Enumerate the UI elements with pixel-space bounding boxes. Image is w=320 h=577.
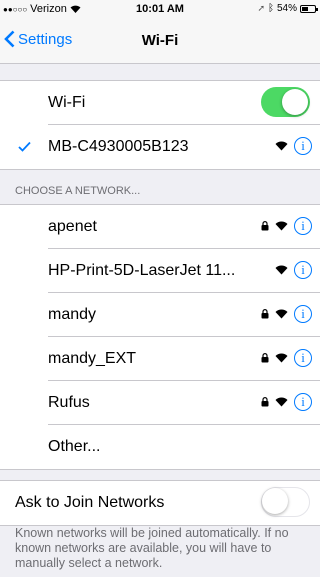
lock-icon xyxy=(261,309,269,319)
ask-join-description: Known networks will be joined automatica… xyxy=(15,526,289,570)
status-right: ➚ ᛒ 54% xyxy=(257,3,318,14)
status-bar: ●●○○○ Verizon 10:01 AM ➚ ᛒ 54% xyxy=(0,0,320,20)
info-icon[interactable]: i xyxy=(294,349,312,367)
wifi-toggle-row: Wi-Fi xyxy=(0,81,320,125)
connected-network-name: MB-C4930005B123 xyxy=(48,138,189,155)
ask-join-label: Ask to Join Networks xyxy=(15,494,165,511)
battery-icon xyxy=(300,4,318,13)
network-name: HP-Print-5D-LaserJet 11... xyxy=(48,262,236,279)
lock-icon xyxy=(261,221,269,231)
battery-percent: 54% xyxy=(276,3,297,14)
location-icon: ➚ xyxy=(257,3,265,13)
checkmark-icon xyxy=(18,139,31,157)
wifi-signal-icon xyxy=(275,397,288,407)
info-icon[interactable]: i xyxy=(294,217,312,235)
wifi-signal-icon xyxy=(275,265,288,275)
info-icon[interactable]: i xyxy=(294,261,312,279)
wifi-signal-icon xyxy=(275,141,288,151)
network-list: apenet i HP-Print-5D-LaserJet 11... i mandy i… xyxy=(0,204,320,470)
toggle-knob xyxy=(282,89,308,115)
wifi-signal-icon xyxy=(275,309,288,319)
other-network-label: Other... xyxy=(48,438,101,455)
network-name: Rufus xyxy=(48,394,90,411)
navigation-bar: Settings Wi-Fi xyxy=(0,20,320,64)
info-icon[interactable]: i xyxy=(294,137,312,155)
ask-join-row: Ask to Join Networks xyxy=(0,481,320,525)
network-row[interactable]: mandy i xyxy=(0,293,320,337)
network-name: mandy_EXT xyxy=(48,350,137,367)
toggle-knob xyxy=(262,488,288,514)
info-icon[interactable]: i xyxy=(294,305,312,323)
wifi-signal-icon xyxy=(275,221,288,231)
info-icon[interactable]: i xyxy=(294,393,312,411)
wifi-label: Wi-Fi xyxy=(48,94,86,111)
wifi-toggle[interactable] xyxy=(261,87,310,117)
wifi-group: Wi-Fi MB-C4930005B123 i xyxy=(0,80,320,170)
network-row[interactable]: Rufus i xyxy=(0,381,320,425)
network-name: apenet xyxy=(48,218,97,235)
network-row[interactable]: HP-Print-5D-LaserJet 11... i xyxy=(0,249,320,293)
network-row[interactable]: mandy_EXT i xyxy=(0,337,320,381)
lock-icon xyxy=(261,397,269,407)
connected-network-row[interactable]: MB-C4930005B123 i xyxy=(0,125,320,169)
other-network-row[interactable]: Other... xyxy=(0,425,320,469)
ask-join-group: Ask to Join Networks xyxy=(0,480,320,526)
page-title: Wi-Fi xyxy=(141,32,179,49)
wifi-signal-icon xyxy=(275,353,288,363)
network-row[interactable]: apenet i xyxy=(0,205,320,249)
bluetooth-icon: ᛒ xyxy=(267,3,274,14)
section-header: CHOOSE A NETWORK... xyxy=(15,185,141,197)
lock-icon xyxy=(261,353,269,363)
network-name: mandy xyxy=(48,306,97,323)
ask-join-toggle[interactable] xyxy=(261,487,310,517)
